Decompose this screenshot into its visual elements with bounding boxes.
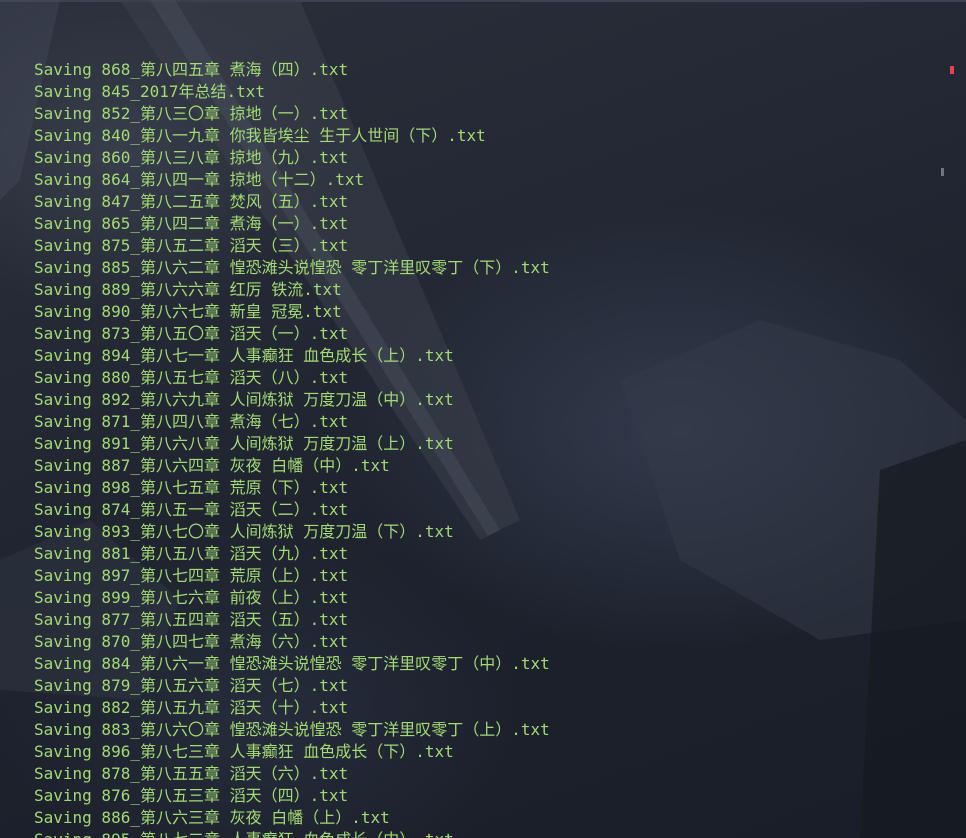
output-line: Saving 885_第八六二章 惶恐滩头说惶恐 零丁洋里叹零丁（下）.txt <box>34 258 550 277</box>
output-line: Saving 895_第八七二章 人事癫狂 血色成长（中）.txt <box>34 829 934 838</box>
output-line: Saving 845_2017年总结.txt <box>34 82 266 101</box>
output-line: Saving 877_第八五四章 滔天（五）.txt <box>34 610 349 629</box>
output-line: Saving 865_第八四二章 煮海（一）.txt <box>34 214 349 233</box>
output-line: Saving 890_第八六七章 新皇 冠冕.txt <box>34 302 342 321</box>
output-line: Saving 894_第八七一章 人事癫狂 血色成长（上）.txt <box>34 346 454 365</box>
output-line: Saving 876_第八五三章 滔天（四）.txt <box>34 786 349 805</box>
terminal-output[interactable]: Saving 868_第八四五章 煮海（四）.txt Saving 845_201… <box>34 59 934 838</box>
output-line: Saving 891_第八六八章 人间炼狱 万度刀温（上）.txt <box>34 434 454 453</box>
terminal-window[interactable]: Saving 868_第八四五章 煮海（四）.txt Saving 845_201… <box>0 0 966 838</box>
output-line: Saving 870_第八四七章 煮海（六）.txt <box>34 632 349 651</box>
output-line: Saving 874_第八五一章 滔天（二）.txt <box>34 500 349 519</box>
output-line: Saving 873_第八五〇章 滔天（一）.txt <box>34 324 349 343</box>
scrollbar-thumb[interactable] <box>941 168 944 176</box>
output-line: Saving 879_第八五六章 滔天（七）.txt <box>34 676 349 695</box>
output-line: Saving 871_第八四八章 煮海（七）.txt <box>34 412 349 431</box>
output-line: Saving 896_第八七三章 人事癫狂 血色成长（下）.txt <box>34 742 454 761</box>
output-line: Saving 893_第八七〇章 人间炼狱 万度刀温（下）.txt <box>34 522 454 541</box>
output-line: Saving 884_第八六一章 惶恐滩头说惶恐 零丁洋里叹零丁（中）.txt <box>34 654 550 673</box>
scrollbar-cursor-marker <box>950 66 954 74</box>
output-line: Saving 897_第八七四章 荒原（上）.txt <box>34 566 349 585</box>
window-top-border <box>0 0 966 2</box>
output-line: Saving 878_第八五五章 滔天（六）.txt <box>34 764 349 783</box>
output-line: Saving 899_第八七六章 前夜（上）.txt <box>34 588 349 607</box>
output-line: Saving 860_第八三八章 掠地（九）.txt <box>34 148 349 167</box>
output-line: Saving 864_第八四一章 掠地（十二）.txt <box>34 170 365 189</box>
output-line: Saving 883_第八六〇章 惶恐滩头说惶恐 零丁洋里叹零丁（上）.txt <box>34 720 550 739</box>
output-line: Saving 875_第八五二章 滔天（三）.txt <box>34 236 349 255</box>
output-line: Saving 840_第八一九章 你我皆埃尘 生于人世间（下）.txt <box>34 126 486 145</box>
output-line: Saving 847_第八二五章 焚风（五）.txt <box>34 192 349 211</box>
output-line: Saving 882_第八五九章 滔天（十）.txt <box>34 698 349 717</box>
output-line: Saving 887_第八六四章 灰夜 白幡（中）.txt <box>34 456 390 475</box>
output-line: Saving 881_第八五八章 滔天（九）.txt <box>34 544 349 563</box>
output-line: Saving 889_第八六六章 红厉 铁流.txt <box>34 280 342 299</box>
output-line: Saving 852_第八三〇章 掠地（一）.txt <box>34 104 349 123</box>
output-line: Saving 886_第八六三章 灰夜 白幡（上）.txt <box>34 808 390 827</box>
output-line: Saving 868_第八四五章 煮海（四）.txt <box>34 60 349 79</box>
output-line: Saving 892_第八六九章 人间炼狱 万度刀温（中）.txt <box>34 390 454 409</box>
output-line: Saving 880_第八五七章 滔天（八）.txt <box>34 368 349 387</box>
output-line: Saving 898_第八七五章 荒原（下）.txt <box>34 478 349 497</box>
